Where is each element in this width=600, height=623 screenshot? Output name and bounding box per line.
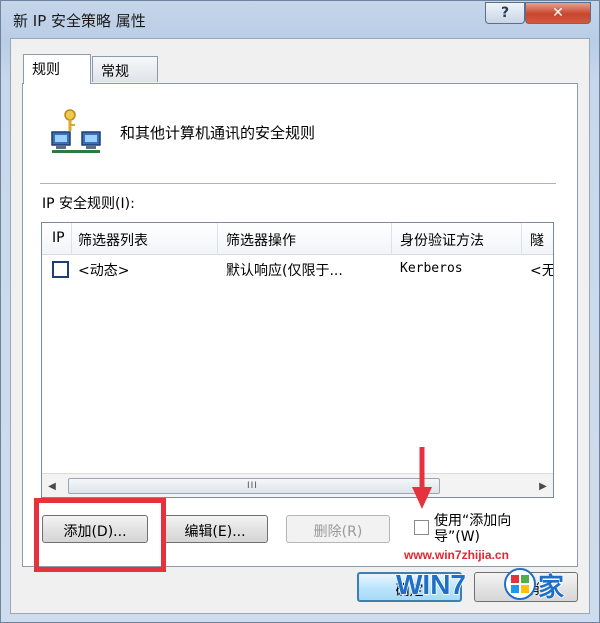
help-button[interactable]: ? xyxy=(485,2,525,24)
horizontal-scrollbar[interactable]: ◀ III ▶ xyxy=(42,473,553,497)
column-header-tunnel[interactable]: 隧 xyxy=(522,223,553,255)
ip-security-rules-label: IP 安全规则(I): xyxy=(42,196,135,212)
ip-security-rules-list[interactable]: IP 筛选器列表 筛选器操作 身份验证方法 隧 <动态> 默认响应(仅限于...… xyxy=(41,222,554,498)
scroll-left-icon[interactable]: ◀ xyxy=(42,474,62,497)
annotation-highlight-box xyxy=(34,498,166,572)
row-filter-list: <动态> xyxy=(78,263,130,279)
edit-button[interactable]: 编辑(E)... xyxy=(162,515,268,543)
svg-text:WIN7: WIN7 xyxy=(396,569,466,600)
tab-general[interactable]: 常规 xyxy=(92,56,158,82)
close-button[interactable]: ✕ xyxy=(525,2,591,24)
row-auth-method: Kerberos xyxy=(400,261,463,276)
column-header-ip[interactable]: IP xyxy=(42,223,72,255)
row-tunnel: <无 xyxy=(530,263,554,279)
close-icon: ✕ xyxy=(552,5,564,21)
scroll-grip-icon: III xyxy=(247,481,258,491)
use-add-wizard-checkbox[interactable] xyxy=(414,520,429,535)
tab-general-label: 常规 xyxy=(101,64,129,80)
svg-text:家: 家 xyxy=(538,572,564,603)
header-description: 和其他计算机通讯的安全规则 xyxy=(120,124,316,142)
column-header-filter-list[interactable]: 筛选器列表 xyxy=(72,223,218,255)
network-computers-key-icon xyxy=(51,109,101,153)
scroll-right-icon[interactable]: ▶ xyxy=(533,474,553,497)
tab-rules-label: 规则 xyxy=(32,62,60,78)
table-row[interactable]: <动态> 默认响应(仅限于... Kerberos <无 xyxy=(42,256,553,282)
win7-logo-watermark: WIN7 家 xyxy=(395,568,565,604)
use-add-wizard-label[interactable]: 使用“添加向导”(W) xyxy=(434,513,554,545)
help-icon: ? xyxy=(500,5,510,21)
column-header-auth-method[interactable]: 身份验证方法 xyxy=(392,223,522,255)
column-header-filter-action[interactable]: 筛选器操作 xyxy=(218,223,392,255)
tab-rules[interactable]: 规则 xyxy=(23,54,91,84)
row-filter-action: 默认响应(仅限于... xyxy=(226,263,343,279)
title-bar[interactable]: 新 IP 安全策略 属性 ? ✕ xyxy=(1,1,600,39)
list-header: IP 筛选器列表 筛选器操作 身份验证方法 隧 xyxy=(42,223,553,255)
rule-checkbox[interactable] xyxy=(52,261,69,278)
remove-button[interactable]: 删除(R) xyxy=(286,515,390,543)
window-title: 新 IP 安全策略 属性 xyxy=(13,12,146,30)
separator-line xyxy=(40,183,556,184)
scroll-thumb[interactable]: III xyxy=(68,478,440,494)
annotation-arrow-down-icon xyxy=(412,447,432,509)
